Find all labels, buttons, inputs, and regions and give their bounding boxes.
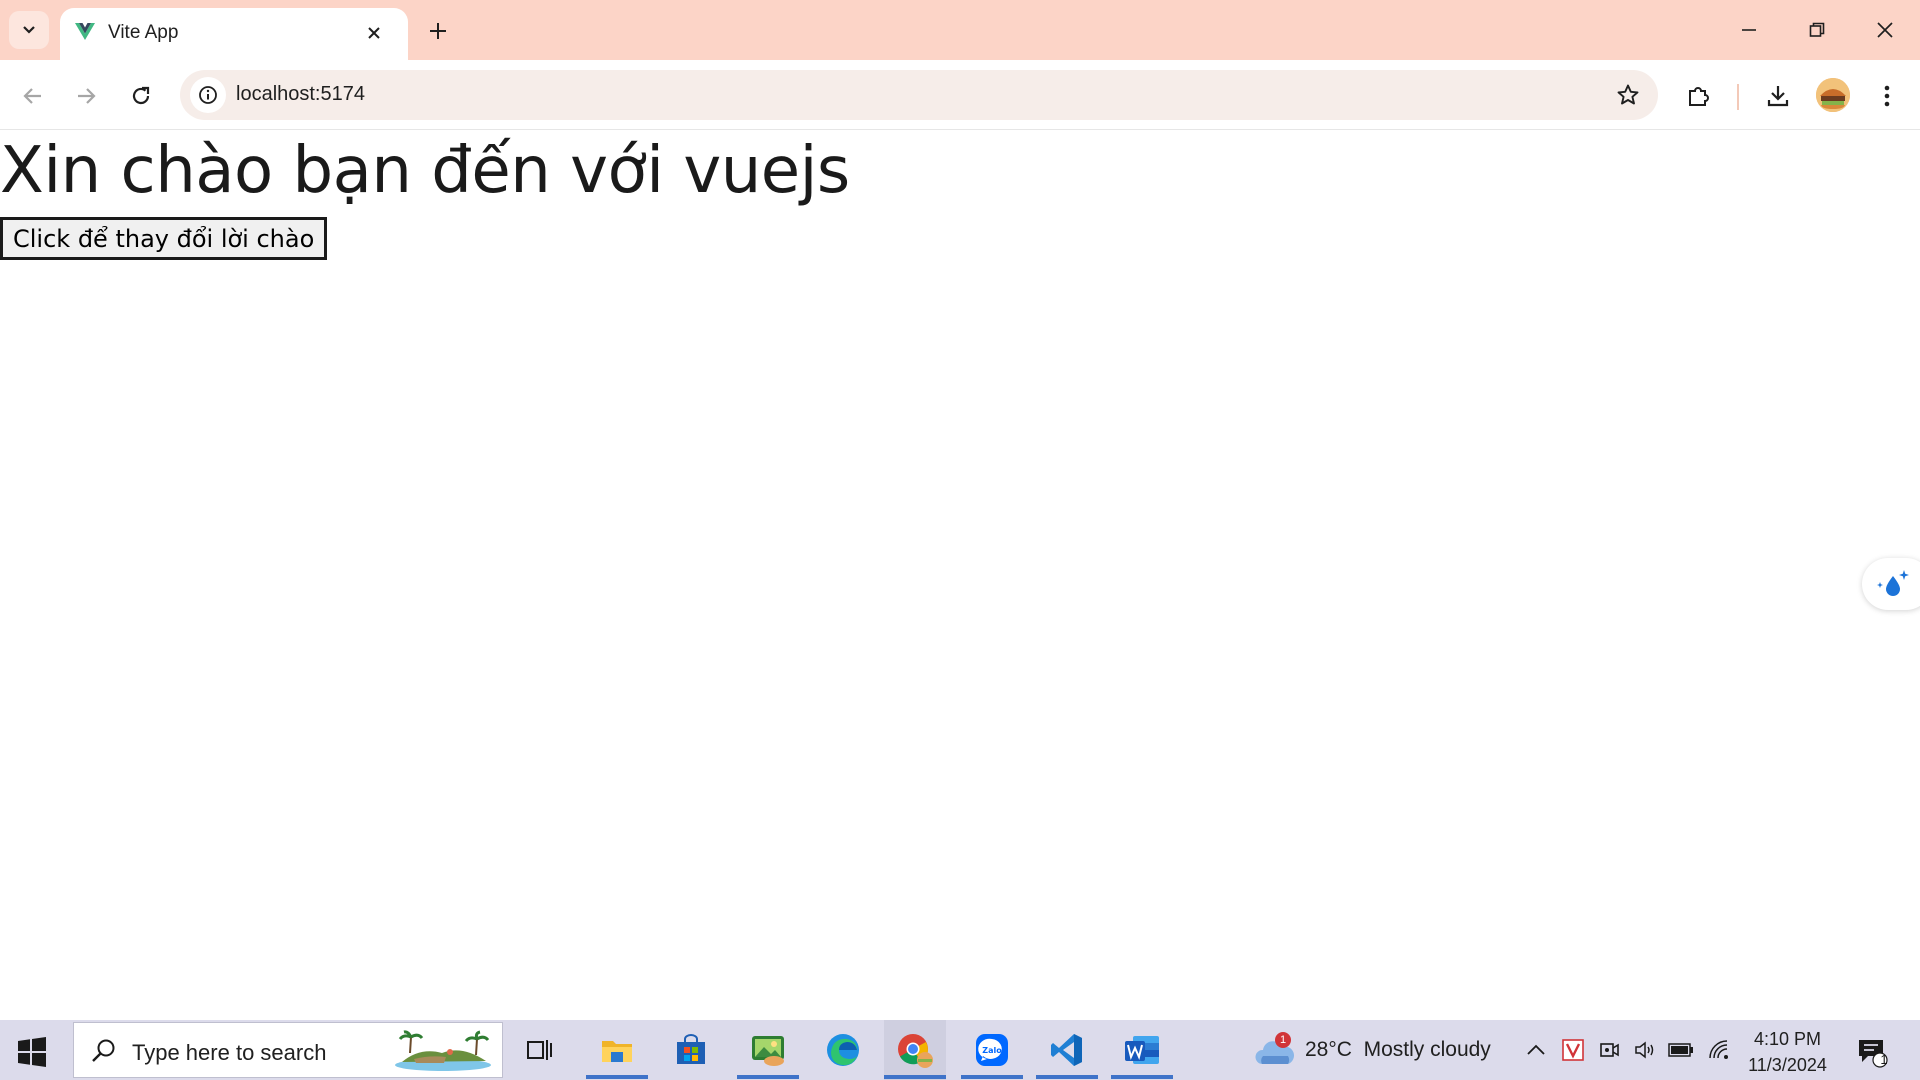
chevron-down-icon (23, 26, 35, 34)
search-placeholder: Type here to search (132, 1040, 327, 1065)
puzzle-icon (1689, 87, 1709, 106)
close-window-button[interactable] (1851, 0, 1919, 60)
running-indicator (961, 1075, 1023, 1079)
tab-close-button[interactable] (360, 19, 388, 47)
running-indicator (737, 1075, 799, 1079)
tray-network[interactable] (1706, 1037, 1732, 1063)
chrome-icon (898, 1034, 933, 1068)
page-heading: Xin chào bạn đến với vuejs (0, 134, 850, 208)
plus-icon (430, 23, 446, 39)
weather-text: 28°C Mostly cloudy (1305, 1038, 1491, 1062)
svg-text:Zalo: Zalo (982, 1046, 1002, 1055)
running-indicator (586, 1075, 648, 1079)
close-icon (368, 27, 380, 39)
taskbar-chrome[interactable] (884, 1020, 946, 1080)
new-tab-button[interactable] (420, 14, 456, 48)
weather-temperature: 28°C (1305, 1038, 1352, 1061)
bookmark-button[interactable] (1612, 79, 1644, 111)
arrow-left-icon (23, 88, 41, 104)
weather-alert-badge: 1 (1275, 1032, 1291, 1048)
store-icon (677, 1034, 705, 1064)
v-antivirus-icon (1562, 1039, 1584, 1061)
close-icon (1877, 22, 1893, 38)
tray-battery[interactable] (1668, 1037, 1694, 1063)
info-icon (199, 86, 217, 104)
reload-icon (132, 86, 150, 105)
vscode-icon (1051, 1034, 1082, 1066)
tray-volume[interactable] (1632, 1037, 1658, 1063)
meet-icon (1600, 1043, 1619, 1057)
water-drop-sparkle-icon (1877, 570, 1909, 596)
folder-icon (602, 1041, 632, 1062)
browser-tab-active[interactable]: Vite App (60, 8, 408, 60)
forward-button[interactable] (66, 76, 106, 116)
floating-assistant-button[interactable] (1862, 558, 1920, 610)
clock-time: 4:10 PM (1753, 1029, 1822, 1049)
screen: Vite App localhost:5174 Xin chào bạn đến… (0, 0, 1920, 1080)
browser-toolbar: localhost:5174 (0, 60, 1920, 130)
wifi-icon (1709, 1040, 1728, 1059)
minimize-icon (1742, 29, 1756, 31)
download-icon (1767, 86, 1789, 107)
notification-count: 1 (1880, 1052, 1888, 1067)
photos-icon (752, 1036, 784, 1066)
edge-browser-icon (827, 1034, 859, 1066)
taskbar-edge[interactable] (812, 1020, 874, 1080)
taskbar-file-explorer[interactable] (586, 1020, 648, 1080)
tab-title: Vite App (108, 22, 179, 43)
site-info-button[interactable] (190, 77, 226, 113)
taskbar-zalo[interactable]: Zalo (961, 1020, 1023, 1080)
taskbar-vscode[interactable] (1036, 1020, 1098, 1080)
search-icon (92, 1039, 115, 1062)
task-view-button[interactable] (509, 1020, 571, 1080)
more-vertical-icon (1884, 85, 1890, 107)
tab-search-button[interactable] (9, 11, 49, 49)
downloads-button[interactable] (1758, 76, 1798, 116)
weather-description: Mostly cloudy (1363, 1038, 1491, 1061)
taskbar-microsoft-store[interactable] (660, 1020, 722, 1080)
running-indicator (1111, 1075, 1173, 1079)
restore-icon (1809, 22, 1825, 37)
reload-button[interactable] (121, 76, 161, 116)
change-greeting-button[interactable]: Click để thay đổi lời chào (0, 217, 328, 260)
running-indicator (1036, 1075, 1098, 1079)
tray-meet-now[interactable] (1596, 1037, 1622, 1063)
windows-taskbar: Type here to search Zalo 1 28°C Mostly c… (0, 1020, 1920, 1080)
chevron-up-icon (1527, 1044, 1545, 1055)
taskbar-word[interactable] (1111, 1020, 1173, 1080)
restore-button[interactable] (1783, 0, 1851, 60)
island-illustration-icon (395, 1030, 491, 1071)
vue-logo-icon (75, 23, 95, 40)
speaker-icon (1635, 1041, 1654, 1059)
toolbar-separator (1737, 84, 1739, 110)
tray-vivaldi-like[interactable] (1560, 1037, 1586, 1063)
address-bar[interactable]: localhost:5174 (180, 70, 1658, 120)
browser-tab-strip: Vite App (0, 0, 1920, 60)
arrow-right-icon (78, 88, 96, 104)
windows-start-icon[interactable] (14, 1034, 50, 1070)
browser-menu-button[interactable] (1867, 76, 1907, 116)
word-icon (1125, 1036, 1159, 1064)
task-view-icon (527, 1040, 552, 1060)
zalo-icon: Zalo (976, 1034, 1008, 1066)
taskbar-search-box[interactable]: Type here to search (73, 1022, 503, 1078)
show-hidden-icons-button[interactable] (1523, 1037, 1549, 1063)
back-button[interactable] (13, 76, 53, 116)
url-text[interactable]: localhost:5174 (236, 83, 365, 106)
notification-center-button[interactable]: 1 (1856, 1036, 1888, 1068)
taskbar-photos-app[interactable] (737, 1020, 799, 1080)
minimize-button[interactable] (1715, 0, 1783, 60)
profile-avatar[interactable] (1816, 78, 1850, 112)
taskbar-clock[interactable]: 4:10 PM 11/3/2024 (1740, 1026, 1835, 1078)
extensions-button[interactable] (1679, 76, 1719, 116)
clock-date: 11/3/2024 (1748, 1055, 1827, 1075)
battery-icon (1668, 1043, 1693, 1057)
running-indicator (884, 1075, 946, 1079)
star-icon (1617, 84, 1639, 105)
avatar-icon (1816, 78, 1850, 112)
